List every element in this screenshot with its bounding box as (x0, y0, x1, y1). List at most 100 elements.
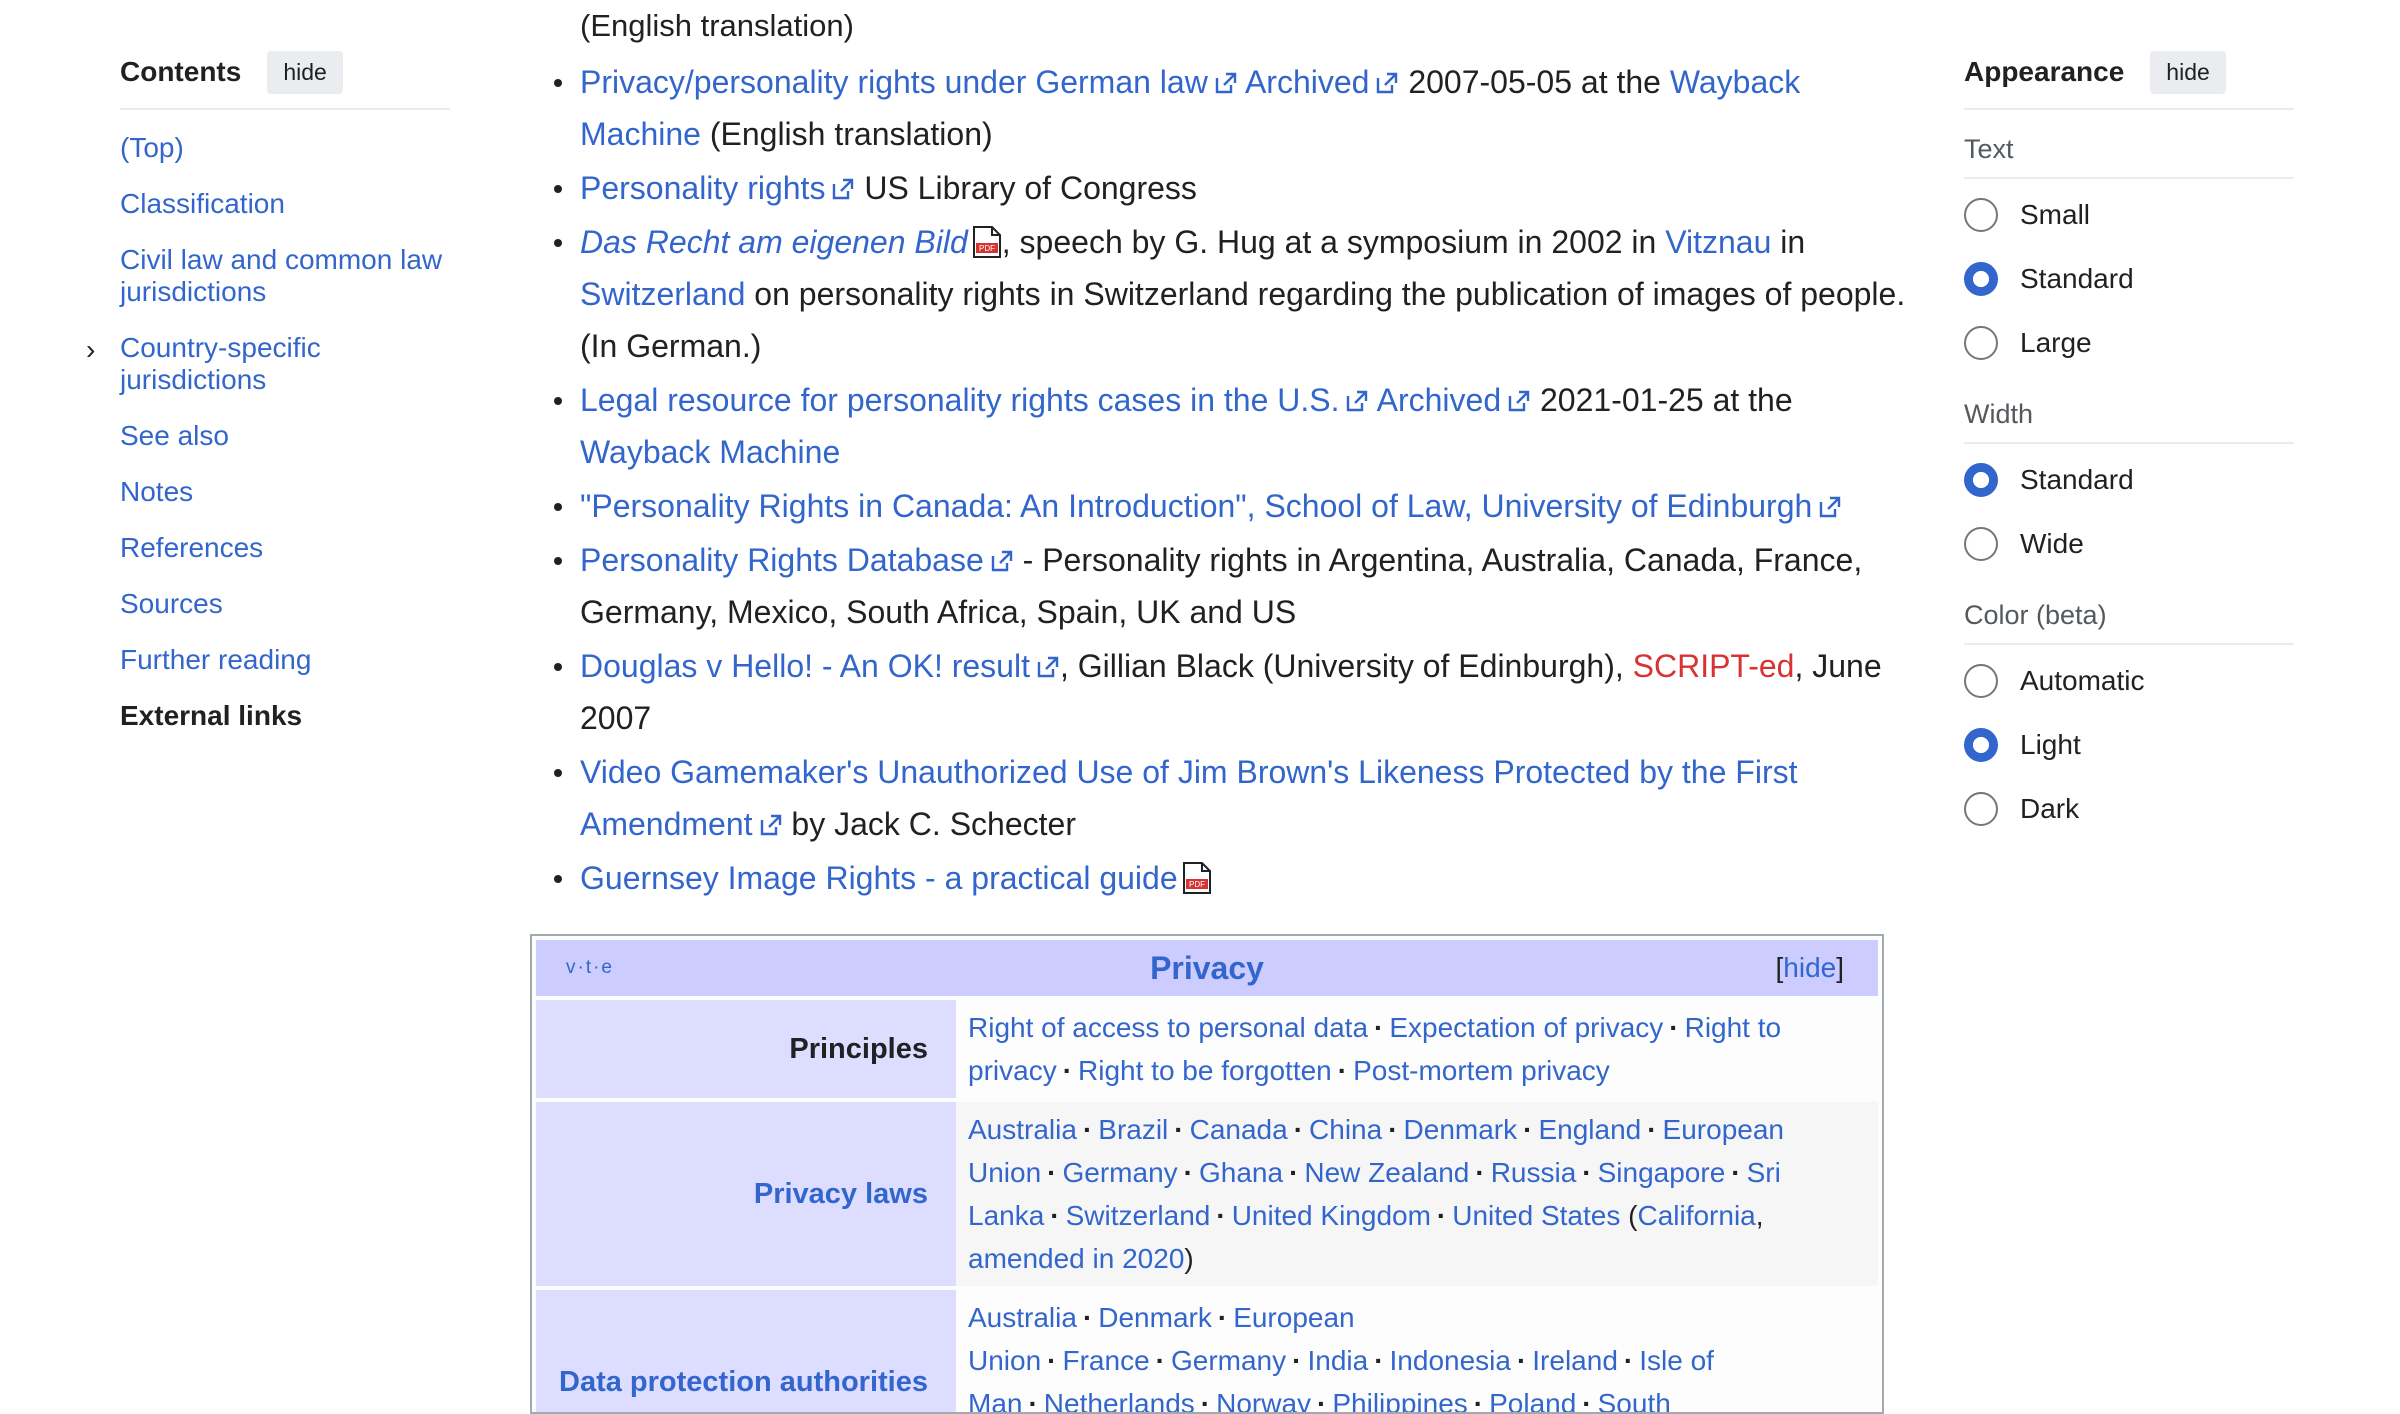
navbox-link[interactable]: Russia (1491, 1157, 1577, 1188)
color-dark-option[interactable]: Dark (1964, 777, 2294, 841)
navbox-link[interactable]: India (1307, 1345, 1368, 1376)
option-label[interactable]: Large (2020, 327, 2092, 359)
navbox-link[interactable]: Denmark (1098, 1302, 1212, 1333)
list-item: Privacy/personality rights under German … (554, 56, 1920, 160)
archived-link[interactable]: Archived (1377, 382, 1502, 418)
navbox-link[interactable]: Ghana (1199, 1157, 1283, 1188)
navbox-group-label[interactable]: Privacy laws (536, 1102, 956, 1286)
navbox-link[interactable]: Canada (1190, 1114, 1288, 1145)
toc-item-label[interactable]: Country-specific jurisdictions (120, 332, 321, 395)
navbox-hide-toggle[interactable]: [hide] (1776, 952, 1845, 984)
separator-dot: · (1516, 1345, 1527, 1376)
toc-item-see-also[interactable]: See also (120, 420, 450, 452)
navbox-link[interactable]: Netherlands (1044, 1388, 1195, 1412)
archived-link[interactable]: Archived (1245, 64, 1370, 100)
option-label[interactable]: Dark (2020, 793, 2079, 825)
external-link[interactable]: Legal resource for personality rights ca… (580, 382, 1339, 418)
wayback-link[interactable]: Wayback Machine (580, 434, 840, 470)
navbox-link[interactable]: United Kingdom (1232, 1200, 1431, 1231)
navbox-group-label[interactable]: Data protection authorities (536, 1290, 956, 1412)
radio-button-selected[interactable] (1964, 262, 1998, 296)
navbox-link[interactable]: Ireland (1532, 1345, 1618, 1376)
navbox-link[interactable]: Germany (1171, 1345, 1286, 1376)
navbox-link[interactable]: Denmark (1404, 1114, 1518, 1145)
navbox-link[interactable]: Switzerland (1066, 1200, 1211, 1231)
toc-item-further-reading[interactable]: Further reading (120, 644, 450, 676)
toc-item-sources[interactable]: Sources (120, 588, 450, 620)
radio-button[interactable] (1964, 664, 1998, 698)
navbox-link[interactable]: Philippines (1332, 1388, 1467, 1412)
radio-button[interactable] (1964, 527, 1998, 561)
navbox-link[interactable]: China (1309, 1114, 1382, 1145)
option-label[interactable]: Wide (2020, 528, 2084, 560)
navbox-link[interactable]: Expectation of privacy (1389, 1012, 1663, 1043)
navbox-vte-links[interactable]: v·t·e (566, 957, 614, 979)
navbox-link[interactable]: Norway (1216, 1388, 1311, 1412)
navbox-hide-link[interactable]: hide (1783, 952, 1836, 983)
option-label[interactable]: Standard (2020, 464, 2134, 496)
navbox-link[interactable]: Poland (1489, 1388, 1576, 1412)
option-label[interactable]: Small (2020, 199, 2090, 231)
switzerland-link[interactable]: Switzerland (580, 276, 745, 312)
chevron-right-icon[interactable]: › (86, 334, 95, 366)
option-label[interactable]: Automatic (2020, 665, 2145, 697)
navbox-link[interactable]: amended in 2020 (968, 1243, 1184, 1274)
navbox-link[interactable]: New Zealand (1304, 1157, 1469, 1188)
separator-dot: · (1289, 1157, 1299, 1188)
separator-dot: · (1293, 1114, 1304, 1145)
external-link[interactable]: Das Recht am eigenen Bild (580, 224, 968, 260)
external-link[interactable]: Guernsey Image Rights - a practical guid… (580, 860, 1178, 896)
navbox-link[interactable]: United States (1452, 1200, 1620, 1231)
external-link[interactable]: Personality Rights Database (580, 542, 984, 578)
navbox-link[interactable]: Indonesia (1390, 1345, 1511, 1376)
radio-button[interactable] (1964, 326, 1998, 360)
separator-dot: · (1082, 1114, 1093, 1145)
navbox-link[interactable]: Right of access to personal data (968, 1012, 1368, 1043)
text-size-large-option[interactable]: Large (1964, 311, 2294, 375)
script-ed-redlink[interactable]: SCRIPT-ed (1633, 648, 1795, 684)
navbox-link[interactable]: Australia (968, 1302, 1077, 1333)
navbox-link[interactable]: Germany (1063, 1157, 1178, 1188)
toc-item-classification[interactable]: Classification (120, 188, 450, 220)
toc-item-civil-law[interactable]: Civil law and common law jurisdictions (120, 244, 450, 308)
separator-dot: · (1582, 1157, 1592, 1188)
toc-item-notes[interactable]: Notes (120, 476, 450, 508)
width-standard-option[interactable]: Standard (1964, 448, 2294, 512)
toc-item-country-specific[interactable]: › Country-specific jurisdictions (86, 332, 450, 396)
color-light-option[interactable]: Light (1964, 713, 2294, 777)
separator-dot: · (1374, 1012, 1384, 1043)
external-link[interactable]: Personality rights (580, 170, 825, 206)
separator-dot: · (1062, 1055, 1073, 1086)
navbox-link[interactable]: California (1637, 1200, 1755, 1231)
option-label[interactable]: Light (2020, 729, 2081, 761)
separator-dot: · (1174, 1114, 1184, 1145)
toc-item-references[interactable]: References (120, 532, 450, 564)
radio-button[interactable] (1964, 792, 1998, 826)
external-link[interactable]: "Personality Rights in Canada: An Introd… (580, 488, 1812, 524)
toc-hide-button[interactable]: hide (267, 50, 343, 94)
navbox-link[interactable]: Post-mortem privacy (1353, 1055, 1610, 1086)
text-size-standard-option[interactable]: Standard (1964, 247, 2294, 311)
navbox-link[interactable]: France (1063, 1345, 1150, 1376)
radio-button-selected[interactable] (1964, 728, 1998, 762)
external-link[interactable]: Douglas v Hello! - An OK! result (580, 648, 1030, 684)
navbox-link[interactable]: Australia (968, 1114, 1077, 1145)
navbox-title[interactable]: Privacy (1150, 950, 1264, 987)
vitznau-link[interactable]: Vitznau (1665, 224, 1771, 260)
radio-button[interactable] (1964, 198, 1998, 232)
appearance-hide-button[interactable]: hide (2150, 50, 2226, 94)
navbox-link[interactable]: Brazil (1098, 1114, 1168, 1145)
separator-dot: · (1050, 1200, 1060, 1231)
navbox-link[interactable]: England (1538, 1114, 1641, 1145)
list-item: Personality rights US Library of Congres… (554, 162, 1920, 214)
toc-item-top[interactable]: (Top) (120, 132, 450, 164)
external-link[interactable]: Privacy/personality rights under German … (580, 64, 1208, 100)
text-size-small-option[interactable]: Small (1964, 183, 2294, 247)
navbox-link[interactable]: Right to be forgotten (1078, 1055, 1332, 1086)
toc-item-external-links[interactable]: External links (120, 700, 450, 732)
option-label[interactable]: Standard (2020, 263, 2134, 295)
color-automatic-option[interactable]: Automatic (1964, 649, 2294, 713)
width-wide-option[interactable]: Wide (1964, 512, 2294, 576)
radio-button-selected[interactable] (1964, 463, 1998, 497)
navbox-link[interactable]: Singapore (1598, 1157, 1726, 1188)
